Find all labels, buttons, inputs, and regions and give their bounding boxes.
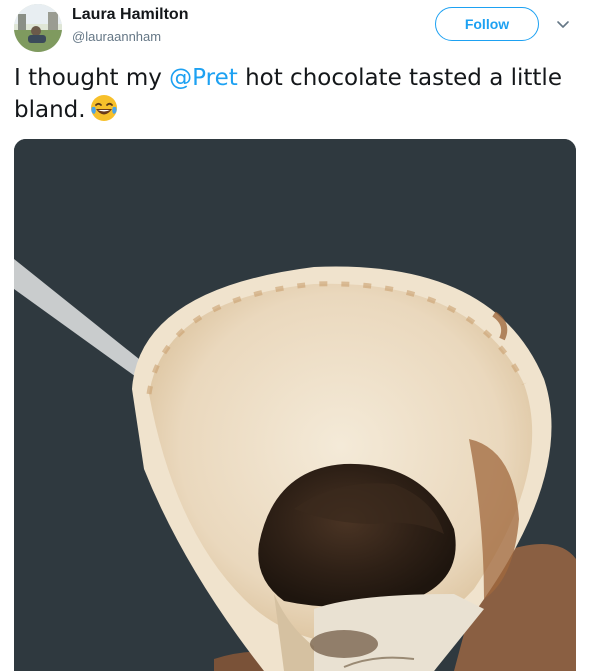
avatar[interactable] <box>14 4 62 52</box>
tweet-text-before: I thought my <box>14 65 170 91</box>
chevron-down-icon[interactable] <box>555 16 571 32</box>
mention-link[interactable]: @Pret <box>169 65 238 91</box>
photo-paper-cup-icon <box>14 139 576 671</box>
tweet-photo[interactable] <box>14 139 576 671</box>
user-handle[interactable]: @lauraannham <box>72 29 161 44</box>
laughing-crying-emoji-icon <box>90 94 118 131</box>
user-name[interactable]: Laura Hamilton <box>72 6 188 24</box>
follow-button[interactable]: Follow <box>435 7 539 41</box>
profile-photo-icon <box>14 4 62 52</box>
tweet-text: I thought my @Pret hot chocolate tasted … <box>14 62 574 131</box>
